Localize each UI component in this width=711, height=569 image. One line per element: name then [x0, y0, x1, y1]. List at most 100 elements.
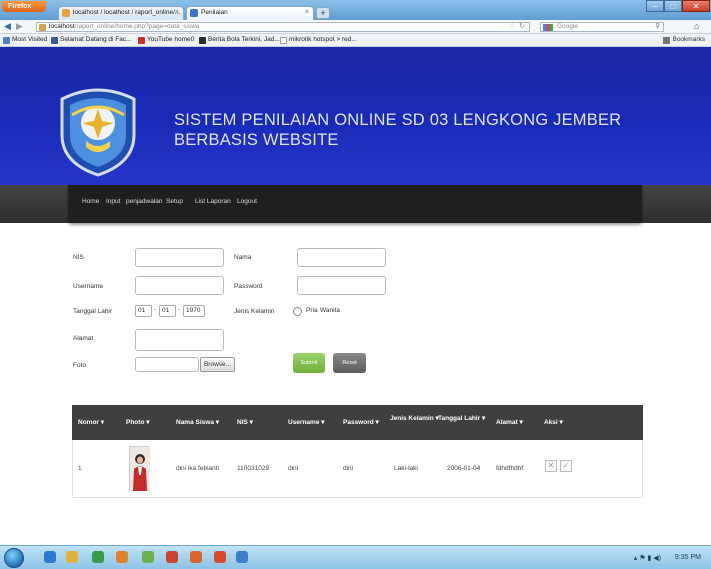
alamat-textarea[interactable] [135, 329, 224, 351]
home-icon[interactable]: ⌂ [694, 21, 699, 31]
bookmark-berita-bola[interactable]: Berita Bola Terkini, Jad... [199, 34, 280, 46]
column-header-tanggal-lahir[interactable]: Tanggal Lahir ▾ [438, 405, 485, 440]
navigation-bar: ◀ ▶ localhost/raport_online/home.php?pag… [0, 20, 711, 34]
header-label: Aksi [544, 419, 558, 426]
header-label: Alamat [496, 419, 518, 426]
gender-option-wanita: Wanita [320, 307, 340, 314]
bookmark-mikrotik[interactable]: mikrotik hotspot > red... [280, 34, 357, 46]
site-title-line1: SISTEM PENILAIAN ONLINE SD 03 LENGKONG J… [174, 111, 622, 129]
header-label: Nomor [78, 419, 99, 426]
day-select[interactable]: 01 [135, 305, 152, 317]
menu-input[interactable]: Input [106, 198, 120, 205]
bookmark-label: mikrotik hotspot > red... [289, 36, 357, 43]
search-icon[interactable]: ⚲ [655, 23, 660, 31]
explorer-icon[interactable] [66, 551, 78, 563]
student-photo-image [130, 447, 150, 491]
bookmark-label: YouTube home0 [147, 36, 195, 43]
start-button-icon[interactable] [4, 548, 24, 568]
year-select[interactable]: 1970 [183, 305, 205, 317]
app-icon[interactable] [190, 551, 202, 563]
cell-nis: 110031029 [237, 465, 270, 472]
close-window-button[interactable]: ✕ [682, 0, 710, 12]
column-header-nama-siswa[interactable]: Nama Siswa ▾ [176, 405, 219, 440]
date-separator: - [154, 306, 157, 313]
header-label: NIS [237, 419, 248, 426]
month-select-value: 01 [162, 307, 170, 314]
menu-setup[interactable]: Setup [166, 198, 183, 205]
app-icon[interactable] [166, 551, 178, 563]
tab-phpmyadmin[interactable]: localhost / localhost / raport_online/..… [58, 6, 184, 20]
close-tab-icon[interactable]: × [175, 7, 179, 19]
username-input[interactable] [135, 276, 224, 295]
password-label: Password [234, 283, 263, 290]
cell-password: dini [343, 465, 354, 472]
address-bar[interactable]: localhost/raport_online/home.php?page=da… [36, 22, 530, 32]
forward-icon[interactable]: ▶ [14, 21, 25, 32]
bookmarks-menu[interactable]: Bookmarks [663, 34, 705, 46]
nama-label: Nama [234, 254, 252, 261]
column-header-nis[interactable]: NIS ▾ [237, 405, 253, 440]
nama-input[interactable] [297, 248, 386, 267]
month-select[interactable]: 01 [159, 305, 176, 317]
phpmyadmin-favicon-icon [62, 9, 70, 17]
reload-icon[interactable]: ↻ [519, 23, 525, 31]
site-identity-icon[interactable] [39, 24, 46, 31]
submit-button[interactable]: Submit [293, 353, 325, 373]
url-path: /raport_online/home.php?page=data_siswa [74, 23, 200, 30]
search-box[interactable]: Google ⚲ [540, 22, 664, 32]
back-icon[interactable]: ◀ [2, 21, 13, 32]
taskbar-clock: 9:35 PM [674, 554, 701, 561]
student-table-header: Nomor ▾ Photo ▾ Nama Siswa ▾ NIS ▾ Usern… [72, 405, 643, 440]
firefox-icon[interactable] [116, 551, 128, 563]
tab-penilaian[interactable]: Penilaian × [186, 6, 314, 20]
youtube-icon [138, 37, 145, 44]
column-header-alamat[interactable]: Alamat ▾ [496, 405, 523, 440]
nis-input[interactable] [135, 248, 224, 267]
header-label: Username [288, 419, 320, 426]
system-tray-icons[interactable]: ▴ ⚑ ▮ ◀) [634, 554, 661, 562]
browse-button[interactable]: Browse... [200, 357, 235, 372]
menu-penjadwalan[interactable]: penjadwalan [126, 198, 163, 205]
site-title-line2: BERBASIS WEBSITE [174, 131, 339, 149]
cell-nama-siswa: dini ika febianti [176, 465, 219, 472]
gender-radio-pria[interactable] [293, 307, 302, 316]
firefox-menu-button[interactable]: Firefox [2, 1, 46, 12]
column-header-nomor[interactable]: Nomor ▾ [78, 405, 104, 440]
maximize-button[interactable]: □ [664, 0, 682, 12]
column-header-password[interactable]: Password ▾ [343, 405, 379, 440]
news-icon [199, 37, 206, 44]
tab-title: Penilaian [201, 9, 228, 16]
column-header-username[interactable]: Username ▾ [288, 405, 325, 440]
close-tab-icon[interactable]: × [305, 7, 309, 19]
minimize-button[interactable]: – [646, 0, 664, 12]
bookmark-star-icon[interactable]: ☆ [509, 23, 515, 31]
menu-list-laporan[interactable]: List Laporan [195, 198, 231, 205]
column-header-photo[interactable]: Photo ▾ [126, 405, 150, 440]
ie-icon[interactable] [44, 551, 56, 563]
tut-wuri-handayani-logo [60, 88, 136, 177]
header-label: Nama Siswa [176, 419, 214, 426]
header-label: Photo [126, 419, 145, 426]
bookmark-most-visited[interactable]: Most Visited [3, 34, 47, 46]
column-header-jenis-kelamin[interactable]: Jenis Kelamin ▾ [390, 405, 439, 440]
app-icon[interactable] [142, 551, 154, 563]
windows-taskbar: ▴ ⚑ ▮ ◀) 9:35 PM [0, 545, 711, 569]
app-icon[interactable] [236, 551, 248, 563]
password-input[interactable] [297, 276, 386, 295]
foto-file-input[interactable] [135, 357, 199, 372]
menu-logout[interactable]: Logout [237, 198, 257, 205]
delete-icon[interactable]: ✕ [545, 460, 557, 472]
edit-check-icon[interactable]: ✓ [560, 460, 572, 472]
reset-button[interactable]: Reset [333, 353, 366, 373]
column-header-aksi[interactable]: Aksi ▾ [544, 405, 563, 440]
media-icon[interactable] [92, 551, 104, 563]
bookmark-youtube[interactable]: YouTube home0 [138, 34, 194, 46]
app-icon[interactable] [214, 551, 226, 563]
bookmark-facebook[interactable]: Selamat Datang di Fac... [51, 34, 132, 46]
most-visited-icon [3, 37, 10, 44]
site-favicon-icon [190, 9, 198, 17]
new-tab-button[interactable]: + [316, 7, 330, 19]
google-icon[interactable] [543, 24, 553, 31]
menu-home[interactable]: Home [82, 198, 99, 205]
table-row [72, 440, 643, 498]
